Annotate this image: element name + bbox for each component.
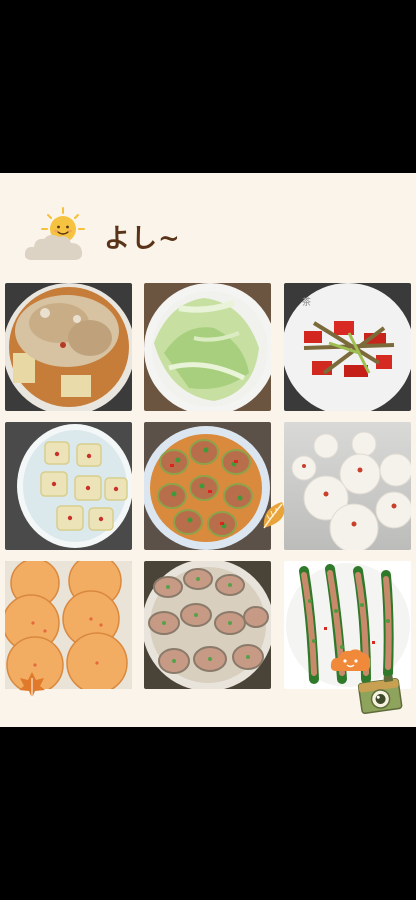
collage-title: よし~ [104, 224, 181, 254]
leaf-icon [263, 502, 285, 529]
maple-leaf-icon [19, 672, 45, 698]
collage-canvas: よし~ 茶 [0, 173, 416, 727]
photo-steamed-buns[interactable] [284, 422, 411, 550]
cloud-icon [24, 234, 83, 260]
photo-cabbage-rolls[interactable] [5, 422, 132, 550]
cloud-face-icon [330, 649, 371, 671]
header: よし~ [18, 206, 278, 266]
photo-stir-fried-cabbage[interactable] [144, 283, 271, 411]
photo-steamed-fish-egg[interactable] [5, 283, 132, 411]
photo-stir-fried-peppers[interactable]: 茶 [284, 283, 411, 411]
photo-stuffed-peppers[interactable] [144, 422, 271, 550]
photo-garlic-scallops[interactable] [144, 561, 271, 689]
camera-icon [357, 675, 403, 714]
svg-text:茶: 茶 [302, 296, 311, 308]
